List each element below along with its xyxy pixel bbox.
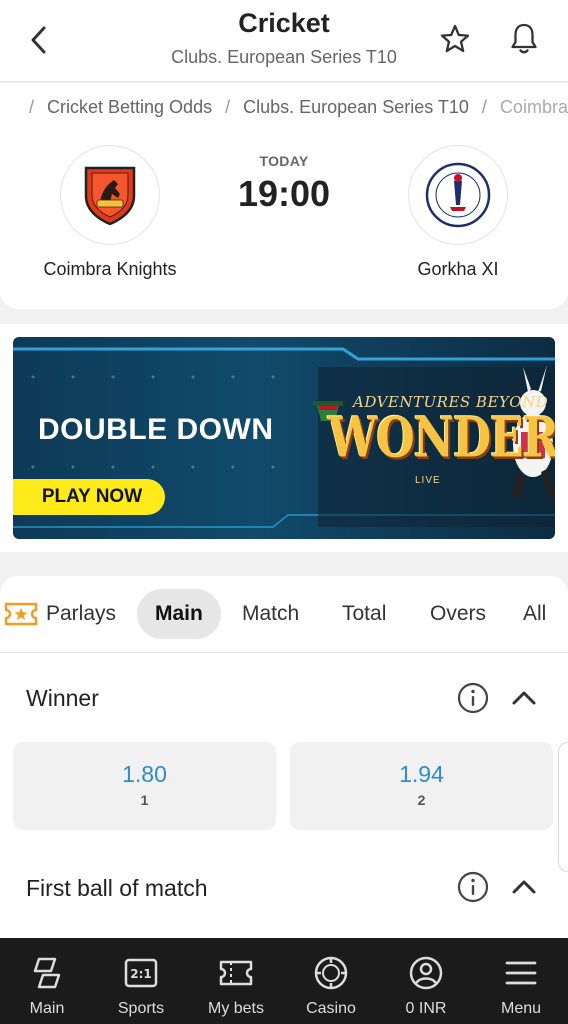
game-subtitle: LIVE — [415, 475, 441, 486]
breadcrumb-separator: / — [481, 96, 487, 117]
breadcrumb-separator: / — [29, 96, 35, 117]
away-team-name: Gorkha XI — [417, 259, 499, 279]
coimbra-knights-logo-icon — [84, 166, 136, 226]
breadcrumb-item-cricket[interactable]: Cricket Betting Odds — [47, 97, 212, 118]
scoreboard-icon: 2:1 — [124, 958, 158, 988]
tab-match[interactable]: Match — [242, 589, 299, 639]
notifications-button[interactable] — [505, 20, 543, 58]
hamburger-icon — [505, 961, 537, 985]
svg-text:2:1: 2:1 — [130, 967, 152, 981]
favorite-button[interactable] — [436, 20, 474, 58]
odd-button-home[interactable]: 1.80 1 — [13, 742, 276, 830]
nav-account[interactable]: 0 INR — [379, 938, 473, 1024]
home-team-name: Coimbra Knights — [43, 259, 177, 279]
nav-sports[interactable]: 2:1 Sports — [94, 938, 188, 1024]
nav-menu-label: Menu — [500, 1000, 542, 1017]
nav-main[interactable]: Main — [0, 938, 94, 1024]
breadcrumb: / Cricket Betting Odds / Clubs. European… — [16, 93, 568, 121]
game-title: WONDERLAND — [328, 406, 555, 471]
tab-overs[interactable]: Overs — [430, 589, 486, 639]
match-start-time: 19:00 — [237, 173, 331, 214]
market-title-winner[interactable]: Winner — [26, 685, 99, 712]
tab-main[interactable]: Main — [137, 589, 221, 639]
breadcrumb-separator: / — [225, 96, 231, 117]
nav-my-bets-label: My bets — [207, 1000, 264, 1017]
odd-value: 1.80 — [122, 761, 167, 787]
nav-casino-label: Casino — [306, 1000, 356, 1017]
app-header: Cricket Clubs. European Series T10 — [0, 0, 568, 82]
ticket-icon — [219, 960, 253, 986]
match-card: / Cricket Betting Odds / Clubs. European… — [0, 83, 568, 309]
home-team-logo — [60, 145, 160, 245]
nav-balance-label: 0 INR — [405, 1000, 447, 1017]
away-team-logo — [408, 145, 508, 245]
gorkha-xi-logo-icon — [425, 162, 491, 228]
breadcrumb-item-league[interactable]: Clubs. European Series T10 — [243, 97, 469, 118]
nav-casino[interactable]: Casino — [284, 938, 378, 1024]
market-tabs: Parlays Main Match Total Overs All — [0, 576, 568, 653]
odd-label: 1 — [140, 792, 149, 808]
match-day-label: TODAY — [259, 153, 309, 169]
nav-sports-label: Sports — [117, 1000, 165, 1017]
nav-menu[interactable]: Menu — [474, 938, 568, 1024]
star-icon — [440, 24, 470, 53]
tab-all[interactable]: All — [523, 589, 546, 639]
play-now-button[interactable]: PLAY NOW — [13, 479, 165, 515]
breadcrumb-item-match: Coimbra Knights - Gorkha XI — [499, 96, 568, 117]
chevron-up-icon[interactable] — [510, 684, 538, 712]
match-time: TODAY 19:00 — [184, 153, 384, 215]
info-icon[interactable] — [457, 871, 489, 903]
side-panel-handle[interactable] — [558, 742, 568, 872]
bell-icon — [511, 23, 537, 54]
promo-banner[interactable]: DOUBLE DOWN PLAY NOW ADVENTURES BEYOND W… — [13, 337, 555, 539]
bottom-navigation: Main 2:1 Sports My bets Casino 0 INR Men… — [0, 938, 568, 1024]
promo-section: DOUBLE DOWN PLAY NOW ADVENTURES BEYOND W… — [0, 324, 568, 552]
away-team[interactable]: Gorkha XI — [368, 145, 548, 280]
info-icon[interactable] — [457, 682, 489, 714]
nav-my-bets[interactable]: My bets — [189, 938, 283, 1024]
nav-main-label: Main — [29, 1000, 65, 1017]
odd-button-away[interactable]: 1.94 2 — [290, 742, 553, 830]
ticket-star-icon — [4, 602, 38, 626]
account-icon — [409, 956, 443, 990]
odd-value: 1.94 — [399, 761, 444, 787]
banner-headline: DOUBLE DOWN — [38, 413, 274, 446]
odd-label: 2 — [417, 792, 426, 808]
market-title-first-ball[interactable]: First ball of match — [26, 875, 208, 902]
page-subtitle: Clubs. European Series T10 — [171, 47, 397, 67]
page-title: Cricket — [238, 8, 330, 38]
chevron-up-icon[interactable] — [510, 873, 538, 901]
casino-chip-icon — [314, 956, 348, 990]
tab-total[interactable]: Total — [342, 589, 386, 639]
tab-parlays-label: Parlays — [46, 602, 117, 625]
tab-parlays[interactable]: Parlays — [4, 589, 116, 639]
home-team[interactable]: Coimbra Knights — [20, 145, 200, 280]
markets-panel: Parlays Main Match Total Overs All Winne… — [0, 576, 568, 938]
main-icon — [33, 957, 61, 989]
